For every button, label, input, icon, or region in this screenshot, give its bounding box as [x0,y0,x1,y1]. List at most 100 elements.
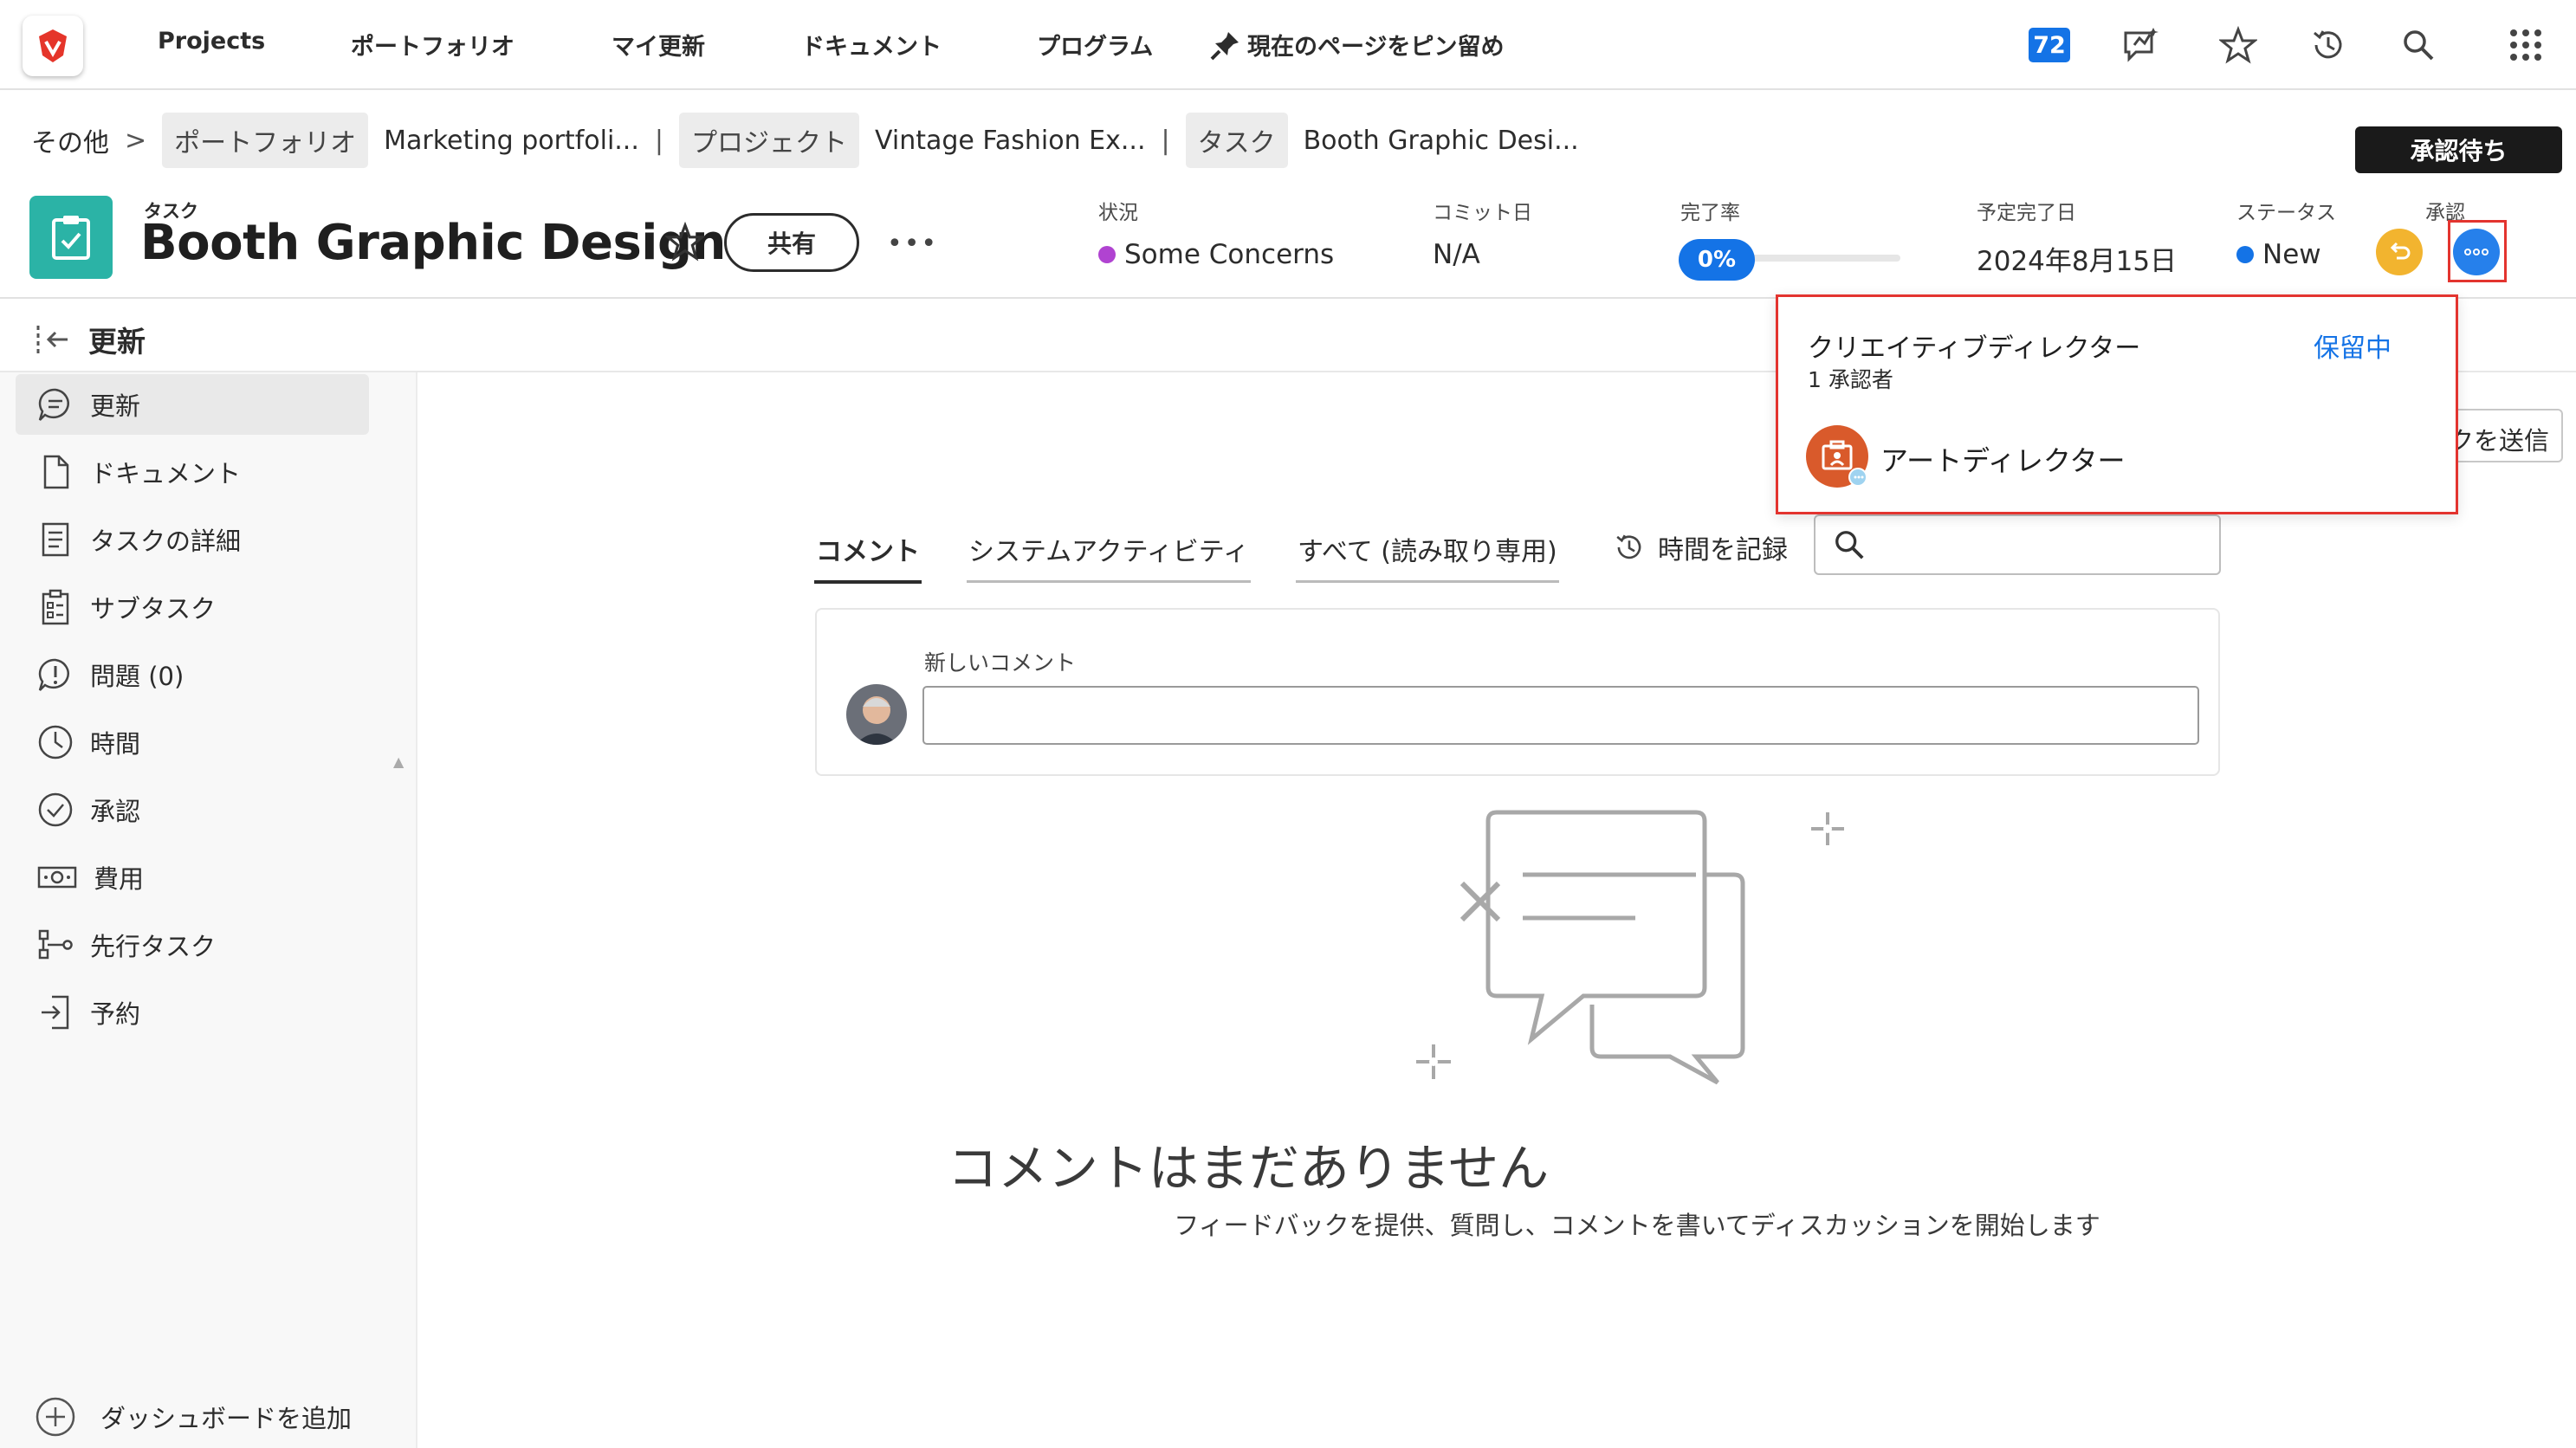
approval-popover: クリエイティブディレクター 1 承認者 保留中 アートディレクター [1776,294,2458,514]
breadcrumb-separator: | [1161,125,1170,156]
sidebar-item-expenses[interactable]: 費用 [16,847,369,908]
app-logo[interactable] [23,16,83,76]
sidebar-item-issues[interactable]: 問題 (0) [16,644,369,705]
status-value[interactable]: New [2236,239,2321,270]
share-button[interactable]: 共有 [724,213,859,272]
left-sidebar: ▲ 更新 ドキュメント タスクの詳細 サブタスク 問題 (0) 時間 承認 費用… [0,372,417,1448]
sidebar-item-subtasks[interactable]: サブタスク [16,577,369,637]
breadcrumb-chevron: > [125,125,147,156]
approval-pending-button[interactable]: 承認待ち [2355,126,2562,173]
breadcrumb-task-link[interactable]: Booth Graphic Desi... [1304,126,1579,156]
sidebar-item-approvals[interactable]: 承認 [16,779,369,840]
clock-icon [1616,534,1641,559]
tab-all-read-only[interactable]: すべて (読み取り専用) [1296,525,1559,583]
status-dot [2236,246,2254,263]
approver-count: 1 承認者 [1808,367,1893,392]
no-comments-illustration-icon [1410,788,1895,1103]
empty-state-description: フィードバックを提供、質問し、コメントを書いてディスカッションを開始します [1174,1211,2100,1240]
planned-completion-label: 予定完了日 [1977,202,2076,224]
sidebar-item-label: 時間 [90,729,141,759]
sidebar-item-label: ドキュメント [90,459,242,488]
comment-tabs: コメント システムアクティビティ すべて (読み取り専用) [814,525,1604,584]
pin-icon [1210,31,1239,60]
panel-title: 更新 [88,325,146,359]
collapse-panel-icon[interactable] [35,322,73,360]
search-input[interactable] [1814,514,2221,575]
page-title: Booth Graphic Design [140,215,726,271]
document-icon [43,455,69,489]
breadcrumb-portfolio-tag: ポートフォリオ [162,113,369,168]
sidebar-item-hours[interactable]: 時間 [16,712,369,772]
breadcrumb-portfolio-link[interactable]: Marketing portfoli... [384,126,639,156]
sidebar-item-task-details[interactable]: タスクの詳細 [16,509,369,570]
sidebar-item-label: タスクの詳細 [90,527,242,556]
notification-badge[interactable]: 72 [2029,28,2070,62]
sidebar-item-label: 予約 [90,999,141,1029]
breadcrumb: その他 > ポートフォリオ Marketing portfoli... | プロ… [31,113,1579,168]
add-dashboard-button[interactable]: ダッシュボードを追加 [35,1396,352,1438]
pin-page-button[interactable]: 現在のページをピン留め [1209,28,1504,61]
breadcrumb-more[interactable]: その他 [31,121,109,159]
money-icon [37,866,77,889]
favorites-star-icon[interactable] [2217,24,2259,66]
planned-completion-value[interactable]: 2024年8月15日 [1977,239,2177,278]
nav-projects[interactable]: Projects [158,28,265,55]
approver-role-avatar [1806,425,1868,488]
condition-dot [1098,246,1116,263]
sidebar-item-booking[interactable]: 予約 [16,982,369,1043]
percent-complete-value: 0% [1679,239,1755,281]
percent-complete-label: 完了率 [1680,202,1740,224]
announcements-icon[interactable] [2120,24,2162,66]
log-time-button[interactable]: 時間を記録 [1613,528,1788,566]
app-root: Projects ポートフォリオ マイ更新 ドキュメント プログラム 現在のペー… [0,0,2576,1448]
percent-complete-control[interactable]: 0% [1679,237,1900,281]
search-icon [1835,531,1864,559]
status-label: ステータス [2236,202,2336,224]
breadcrumb-task-tag: タスク [1185,113,1288,168]
favorite-star-icon[interactable] [663,221,707,265]
add-dashboard-label: ダッシュボードを追加 [100,1404,353,1433]
tab-comments[interactable]: コメント [814,525,922,584]
breadcrumb-project-tag: プロジェクト [679,113,859,168]
nav-programs[interactable]: プログラム [1037,28,1153,61]
search-icon[interactable] [2398,24,2439,66]
new-comment-input[interactable] [922,686,2199,745]
sidebar-item-label: 先行タスク [90,932,217,961]
top-nav: Projects ポートフォリオ マイ更新 ドキュメント プログラム 現在のペー… [0,0,2576,90]
progress-track [1731,255,1900,262]
subtask-icon [42,589,69,625]
sidebar-item-updates[interactable]: 更新 [16,374,369,435]
check-circle-icon [38,792,73,827]
user-avatar [846,684,907,745]
breadcrumb-separator: | [654,125,663,156]
nav-my-updates[interactable]: マイ更新 [612,28,705,61]
breadcrumb-project-link[interactable]: Vintage Fashion Ex... [875,126,1145,156]
nav-documents[interactable]: ドキュメント [801,28,942,61]
sidebar-item-predecessors[interactable]: 先行タスク [16,915,369,975]
commit-date-value[interactable]: N/A [1433,239,1480,270]
apps-grid-icon[interactable] [2505,24,2547,66]
condition-value[interactable]: Some Concerns [1098,239,1334,270]
comment-icon [38,388,69,421]
log-time-label: 時間を記録 [1658,535,1788,566]
undo-approval-icon[interactable] [2376,229,2423,275]
booking-icon [42,995,69,1030]
tab-system-activity[interactable]: システムアクティビティ [967,525,1251,583]
nav-portfolio[interactable]: ポートフォリオ [351,28,515,61]
send-button-label: クを送信 [2448,426,2549,456]
empty-state-title: コメントはまだありません [947,1139,1550,1198]
sidebar-item-label: 費用 [94,864,145,894]
details-icon [42,522,69,557]
approver-name: アートディレクター [1880,444,2126,477]
sidebar-item-documents[interactable]: ドキュメント [16,442,369,502]
commit-date-label: コミット日 [1433,202,1532,224]
more-options-button[interactable]: ••• [887,229,938,259]
brand-logo-icon [39,29,67,62]
scroll-up-icon[interactable]: ▲ [393,753,404,770]
approval-role: クリエイティブディレクター [1808,333,2141,364]
history-icon[interactable] [2307,24,2349,66]
issue-icon [38,658,69,691]
sidebar-item-label: 承認 [90,797,141,826]
pin-page-label: 現在のページをピン留め [1247,34,1505,61]
predecessor-icon [38,929,73,960]
